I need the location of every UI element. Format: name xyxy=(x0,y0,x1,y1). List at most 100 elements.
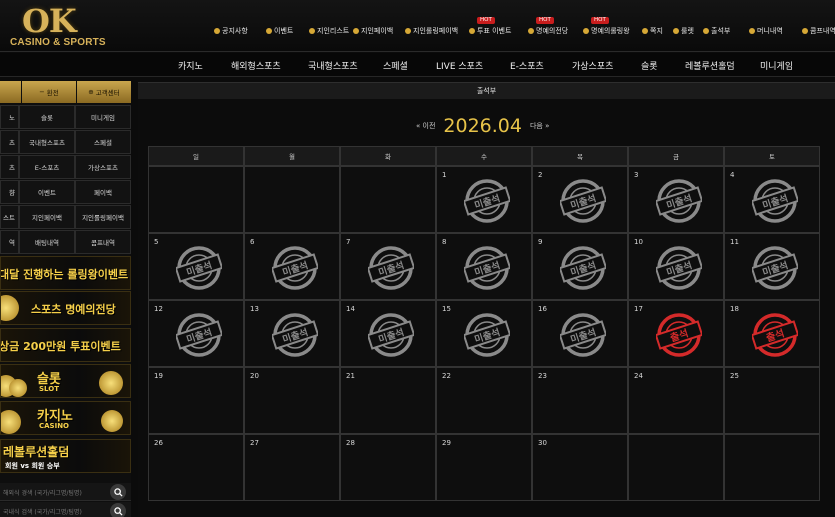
sidebar-menu-item[interactable]: 배팅내역 xyxy=(19,230,75,254)
main-menu-item[interactable]: 슬롯 xyxy=(641,59,658,72)
calendar-day-cell[interactable]: 4 미출석 xyxy=(724,166,820,233)
next-month-link[interactable]: 다음 » xyxy=(530,121,549,131)
calendar-day-cell[interactable]: 2 미출석 xyxy=(532,166,628,233)
calendar-day-cell[interactable]: 30 xyxy=(532,434,628,501)
calendar-week-row: 1 미출석 2 미출석 3 미출석 4 미출석 xyxy=(148,166,820,233)
calendar-day-cell[interactable]: 8 미출석 xyxy=(436,233,532,300)
main-menu-item[interactable]: 카지노 xyxy=(178,59,203,72)
calendar-day-cell[interactable]: 18 출석 xyxy=(724,300,820,367)
calendar-day-cell[interactable]: 6 미출석 xyxy=(244,233,340,300)
search-input[interactable]: 국내식 검색 (국가/리그명/팀명) xyxy=(3,507,82,516)
calendar-day-cell[interactable]: 21 xyxy=(340,367,436,434)
sidebar-menu-item[interactable]: 슬롯 xyxy=(19,105,75,129)
day-number: 11 xyxy=(730,238,739,246)
calendar-day-cell[interactable]: 22 xyxy=(436,367,532,434)
sidebar-menu-item[interactable]: 스페셜 xyxy=(75,130,131,154)
day-number: 10 xyxy=(634,238,643,246)
calendar-day-cell[interactable]: 24 xyxy=(628,367,724,434)
search-button[interactable] xyxy=(110,484,126,500)
sidebar-menu-item[interactable]: 노 xyxy=(0,105,19,129)
sidebar-menu-item[interactable]: 지인롤링페이백 xyxy=(75,205,131,229)
top-nav-item[interactable]: 지인롤링페이백 xyxy=(405,26,458,36)
search-input[interactable]: 해외식 경색 (국가/리그명/팀명) xyxy=(3,488,82,497)
sidebar-menu-item[interactable]: 스트 xyxy=(0,205,19,229)
top-nav-item[interactable]: 투표 이벤트 HOT xyxy=(469,17,512,36)
calendar-day-cell[interactable]: 15 미출석 xyxy=(436,300,532,367)
calendar-day-cell[interactable]: 10 미출석 xyxy=(628,233,724,300)
calendar-day-cell[interactable]: 26 xyxy=(148,434,244,501)
top-nav-item[interactable]: 명예의롤링왕 HOT xyxy=(583,17,630,36)
calendar-day-cell[interactable]: 28 xyxy=(340,434,436,501)
sidebar-menu-item[interactable]: 페이백 xyxy=(75,180,131,204)
calendar-day-cell[interactable]: 7 미출석 xyxy=(340,233,436,300)
calendar-day-cell[interactable]: 5 미출석 xyxy=(148,233,244,300)
sidebar-menu-item[interactable]: 가상스포츠 xyxy=(75,155,131,179)
absent-stamp-icon: 미출석 xyxy=(464,179,510,223)
sidebar-menu-item[interactable]: 향 xyxy=(0,180,19,204)
sidebar-menu-item[interactable]: 지인페이백 xyxy=(19,205,75,229)
prev-month-link[interactable]: « 이전 xyxy=(416,121,435,131)
main-menu-item[interactable]: 해외형스포츠 xyxy=(231,59,281,72)
calendar-day-cell[interactable]: 25 xyxy=(724,367,820,434)
promo-banner[interactable]: 슬롯 SLOT xyxy=(0,364,131,398)
absent-stamp-icon: 미출석 xyxy=(752,179,798,223)
calendar-day-cell[interactable]: 3 미출석 xyxy=(628,166,724,233)
main-menu-item[interactable]: 국내형스포츠 xyxy=(308,59,358,72)
promo-banner[interactable]: 레볼루션홀덤 회원 vs 회원 승부 xyxy=(0,439,131,473)
top-nav-item[interactable]: 공지사항 xyxy=(214,26,248,36)
main-menu-item[interactable]: E-스포츠 xyxy=(510,59,544,72)
sidebar-search: 국내식 검색 (국가/리그명/팀명) xyxy=(0,502,131,517)
calendar-day-cell[interactable]: 19 xyxy=(148,367,244,434)
sidebar-menu-item[interactable]: 역 xyxy=(0,230,19,254)
calendar-day-cell[interactable]: 12 미출석 xyxy=(148,300,244,367)
top-nav-item[interactable]: 출석부 xyxy=(703,26,730,36)
main-menu-item[interactable]: 미니게임 xyxy=(760,59,793,72)
promo-banner[interactable]: 상금 200만원 투표이벤트 xyxy=(0,328,131,362)
top-nav-label: 투표 이벤트 xyxy=(477,27,512,35)
sidebar-menu-item[interactable]: 콤프내역 xyxy=(75,230,131,254)
sidebar-menu-item[interactable]: 이벤트 xyxy=(19,180,75,204)
promo-banner[interactable]: 카지노 CASINO xyxy=(0,401,131,435)
top-nav-item[interactable]: 쪽지 xyxy=(642,26,663,36)
promo-banner[interactable]: 스포츠 명예의전당 xyxy=(0,291,131,325)
top-nav-item[interactable]: 머니내역 xyxy=(749,26,783,36)
site-logo[interactable]: OK CASINO & SPORTS xyxy=(10,2,112,48)
calendar-day-cell[interactable]: 9 미출석 xyxy=(532,233,628,300)
promo-banner[interactable]: 대달 진행하는 롤링왕이벤트 xyxy=(0,256,131,290)
calendar-day-cell[interactable]: 20 xyxy=(244,367,340,434)
day-number: 25 xyxy=(730,372,739,380)
day-number: 28 xyxy=(346,439,355,447)
sidebar-tab-deposit[interactable] xyxy=(0,81,21,103)
calendar-day-cell[interactable]: 17 출석 xyxy=(628,300,724,367)
main-menu-item[interactable]: 레볼루션홀덤 xyxy=(685,59,735,72)
sidebar-menu-item[interactable]: 국내형스포츠 xyxy=(19,130,75,154)
sidebar-menu-item[interactable]: 츠 xyxy=(0,155,19,179)
sidebar-tab-exchange[interactable]: − 환전 xyxy=(22,81,76,103)
sidebar-tab-support[interactable]: ⊕ 고객센터 xyxy=(77,81,131,103)
top-nav-item[interactable]: 지인페이백 xyxy=(353,26,393,36)
top-nav-item[interactable]: 룰렛 xyxy=(673,26,694,36)
calendar-day-cell[interactable]: 16 미출석 xyxy=(532,300,628,367)
weekday-label: 월 xyxy=(244,146,340,166)
top-nav-item[interactable]: 명예의전당 HOT xyxy=(528,17,568,36)
nav-item-icon xyxy=(642,28,648,34)
top-nav-item[interactable]: 지인리스트 xyxy=(309,26,349,36)
calendar-day-cell[interactable]: 14 미출석 xyxy=(340,300,436,367)
top-nav-item[interactable]: 이벤트 xyxy=(266,26,293,36)
calendar-day-cell[interactable]: 29 xyxy=(436,434,532,501)
nav-item-icon xyxy=(749,28,755,34)
search-button[interactable] xyxy=(110,503,126,517)
sidebar-menu-item[interactable]: 미니게임 xyxy=(75,105,131,129)
calendar-day-cell[interactable]: 13 미출석 xyxy=(244,300,340,367)
main-menu-item[interactable]: LIVE 스포츠 xyxy=(436,59,483,72)
calendar-day-cell[interactable]: 11 미출석 xyxy=(724,233,820,300)
main-menu-item[interactable]: 스페셜 xyxy=(383,59,408,72)
sidebar-menu-item[interactable]: E-스포츠 xyxy=(19,155,75,179)
calendar-day-cell[interactable]: 27 xyxy=(244,434,340,501)
top-nav-item[interactable]: 콤프내역 xyxy=(802,26,835,36)
main-menu-item[interactable]: 가상스포츠 xyxy=(572,59,613,72)
sidebar-menu-item[interactable]: 츠 xyxy=(0,130,19,154)
calendar-day-cell[interactable]: 23 xyxy=(532,367,628,434)
calendar-day-cell[interactable]: 1 미출석 xyxy=(436,166,532,233)
calendar-grid: 1 미출석 2 미출석 3 미출석 4 미출석 5 미출석 6 미출석 7 미출석 8 미출석 9 미출석 10 미출… xyxy=(148,166,820,501)
